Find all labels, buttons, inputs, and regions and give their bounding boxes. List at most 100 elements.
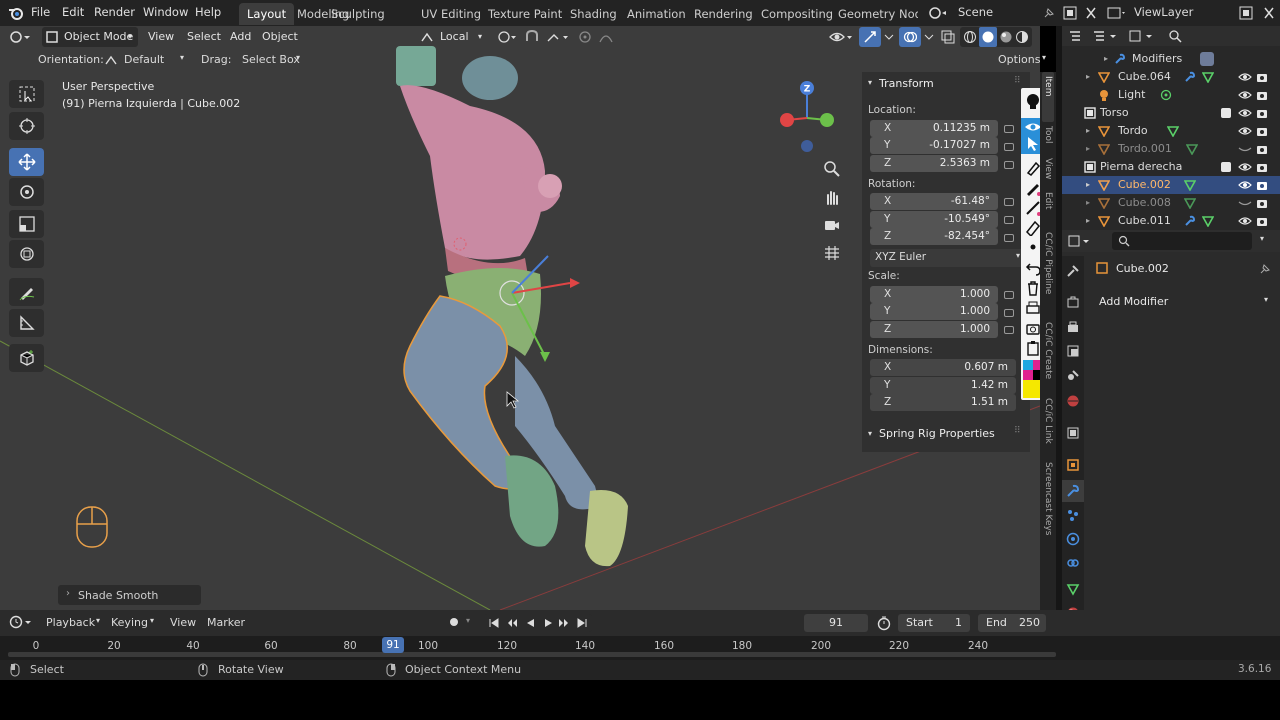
menu-select[interactable]: Select — [183, 27, 225, 47]
filter-icon[interactable] — [1128, 29, 1156, 43]
new-view-layer-icon[interactable] — [1238, 5, 1254, 21]
tab-tool[interactable]: Tool — [1043, 126, 1053, 143]
outliner-row-cube008[interactable]: ▸ Cube.008 — [1062, 194, 1280, 212]
object-tab-icon[interactable] — [1066, 458, 1080, 472]
chevron-right-icon[interactable]: ▸ — [1086, 140, 1090, 158]
particles-tab-icon[interactable] — [1066, 508, 1080, 522]
outliner-row-torso[interactable]: Torso — [1062, 104, 1280, 122]
scene-icon[interactable] — [928, 5, 950, 21]
print-icon[interactable] — [1025, 300, 1041, 316]
end-frame-field[interactable]: End 250 — [978, 614, 1046, 632]
lock-icon[interactable] — [1004, 216, 1014, 224]
pointer-icon[interactable] — [1026, 136, 1040, 152]
outliner-row-pierna-derecha[interactable]: Pierna derecha — [1062, 158, 1280, 176]
chevron-right-icon[interactable]: ▸ — [1086, 122, 1090, 140]
timeline-menu-view[interactable]: View — [170, 616, 196, 629]
menu-help[interactable]: Help — [195, 5, 221, 19]
tab-uv-editing[interactable]: UV Editing — [413, 3, 489, 25]
rotation-x-field[interactable]: X -61.48° — [870, 193, 998, 210]
pen-icon[interactable] — [1025, 180, 1041, 196]
orientation-setting-dropdown[interactable]: Default ▾ — [100, 50, 190, 70]
outliner-row-cube011[interactable]: ▸ Cube.011 — [1062, 212, 1280, 230]
outliner-row-cube002[interactable]: ▸ Cube.002 — [1062, 176, 1280, 194]
rotation-mode-dropdown[interactable]: XYZ Euler ▾ — [870, 249, 1026, 267]
timeline-menu-keying[interactable]: Keying — [111, 616, 148, 629]
pin-icon[interactable] — [1042, 6, 1056, 20]
camera-render-icon[interactable] — [1256, 125, 1270, 137]
color-swatch-pink[interactable] — [1023, 370, 1033, 380]
stopwatch-icon[interactable] — [876, 615, 892, 631]
physics-tab-icon[interactable] — [1066, 532, 1080, 546]
start-frame-field[interactable]: Start 1 — [898, 614, 970, 632]
rotation-z-field[interactable]: Z -82.454° — [870, 228, 998, 245]
proportional-edit-icon[interactable] — [578, 29, 592, 45]
outliner-row-light[interactable]: Light — [1062, 86, 1280, 104]
eye-icon[interactable] — [1238, 215, 1252, 227]
scene-name[interactable]: Scene — [958, 5, 993, 19]
chevron-right-icon[interactable]: ▸ — [1086, 212, 1090, 230]
scale-y-field[interactable]: Y 1.000 — [870, 303, 998, 320]
play-reverse-icon[interactable] — [524, 617, 536, 629]
camera-render-icon[interactable] — [1256, 89, 1270, 101]
constraints-tab-icon[interactable] — [1066, 556, 1080, 570]
visibility-icon[interactable] — [828, 29, 854, 45]
outliner-row-tordo001[interactable]: ▸ Tordo.001 — [1062, 140, 1280, 158]
properties-editor-icon[interactable] — [1068, 234, 1092, 248]
tab-sculpting[interactable]: Sculpting — [323, 3, 393, 25]
menu-object[interactable]: Object — [258, 27, 302, 47]
zoom-icon[interactable] — [823, 160, 841, 178]
search-icon[interactable] — [1168, 29, 1182, 43]
gizmo-toggle[interactable] — [859, 27, 881, 47]
tab-edit[interactable]: Edit — [1043, 192, 1053, 209]
blender-logo-icon[interactable] — [8, 6, 24, 20]
playhead-frame-badge[interactable]: 91 — [382, 637, 404, 653]
view-layer-tab-icon[interactable] — [1066, 344, 1080, 358]
last-operator-panel[interactable]: › Shade Smooth — [58, 585, 201, 605]
eye-icon[interactable] — [1238, 179, 1252, 191]
highlighter-icon[interactable] — [1025, 220, 1041, 236]
delete-view-layer-icon[interactable] — [1262, 5, 1276, 21]
delete-scene-icon[interactable] — [1084, 5, 1098, 21]
menu-window[interactable]: Window — [143, 5, 188, 19]
mode-dropdown[interactable]: Object Mode ▾ — [42, 27, 138, 47]
rendered-shading-icon[interactable] — [1015, 30, 1029, 44]
scene-tab-icon[interactable] — [1066, 368, 1080, 382]
chevron-right-icon[interactable]: ▸ — [1086, 176, 1090, 194]
eye-icon[interactable] — [1238, 71, 1252, 83]
undo-icon[interactable] — [1025, 260, 1041, 276]
chevron-down-icon[interactable]: ▾ — [96, 616, 100, 625]
rotation-y-field[interactable]: Y -10.549° — [870, 211, 998, 228]
camera-render-icon[interactable] — [1256, 197, 1270, 209]
pan-hand-icon[interactable] — [823, 188, 841, 206]
navigation-gizmo[interactable]: Z — [775, 80, 839, 156]
jump-start-icon[interactable] — [488, 617, 500, 629]
eraser-icon[interactable] — [1025, 160, 1041, 176]
eye-closed-icon[interactable] — [1238, 143, 1252, 155]
tab-cc-pipeline[interactable]: CC/iC Pipeline — [1043, 232, 1053, 312]
tab-shading[interactable]: Shading — [562, 3, 625, 25]
annotate-tool[interactable] — [9, 278, 44, 306]
chevron-right-icon[interactable]: ▸ — [1086, 68, 1090, 86]
rotate-tool[interactable] — [9, 178, 44, 206]
menu-render[interactable]: Render — [94, 5, 135, 19]
chevron-right-icon[interactable]: ▸ — [1104, 50, 1108, 68]
eye-icon[interactable] — [1238, 125, 1252, 137]
chevron-down-icon[interactable]: ▾ — [150, 616, 154, 625]
tab-animation[interactable]: Animation — [619, 3, 694, 25]
camera-render-icon[interactable] — [1256, 161, 1270, 173]
pivot-point-icon[interactable] — [496, 29, 518, 45]
data-tab-icon[interactable] — [1066, 582, 1080, 596]
lock-icon[interactable] — [1004, 198, 1014, 206]
drag-handle-icon[interactable]: ⠿ — [1014, 426, 1021, 436]
falloff-icon[interactable] — [598, 29, 616, 45]
tab-geometry-nodes[interactable]: Geometry Node — [830, 3, 918, 25]
editor-type-icon[interactable] — [8, 29, 34, 45]
outliner-editor-icon[interactable] — [1068, 29, 1082, 43]
grid-view-icon[interactable] — [823, 244, 841, 262]
next-keyframe-icon[interactable] — [558, 617, 570, 629]
tab-layout[interactable]: Layout — [239, 3, 295, 25]
chevron-down-icon[interactable]: ▾ — [868, 429, 872, 438]
color-swatch-cyan[interactable] — [1023, 360, 1033, 370]
options-dropdown[interactable]: Options ▾ — [992, 50, 1050, 70]
play-icon[interactable] — [542, 617, 554, 629]
